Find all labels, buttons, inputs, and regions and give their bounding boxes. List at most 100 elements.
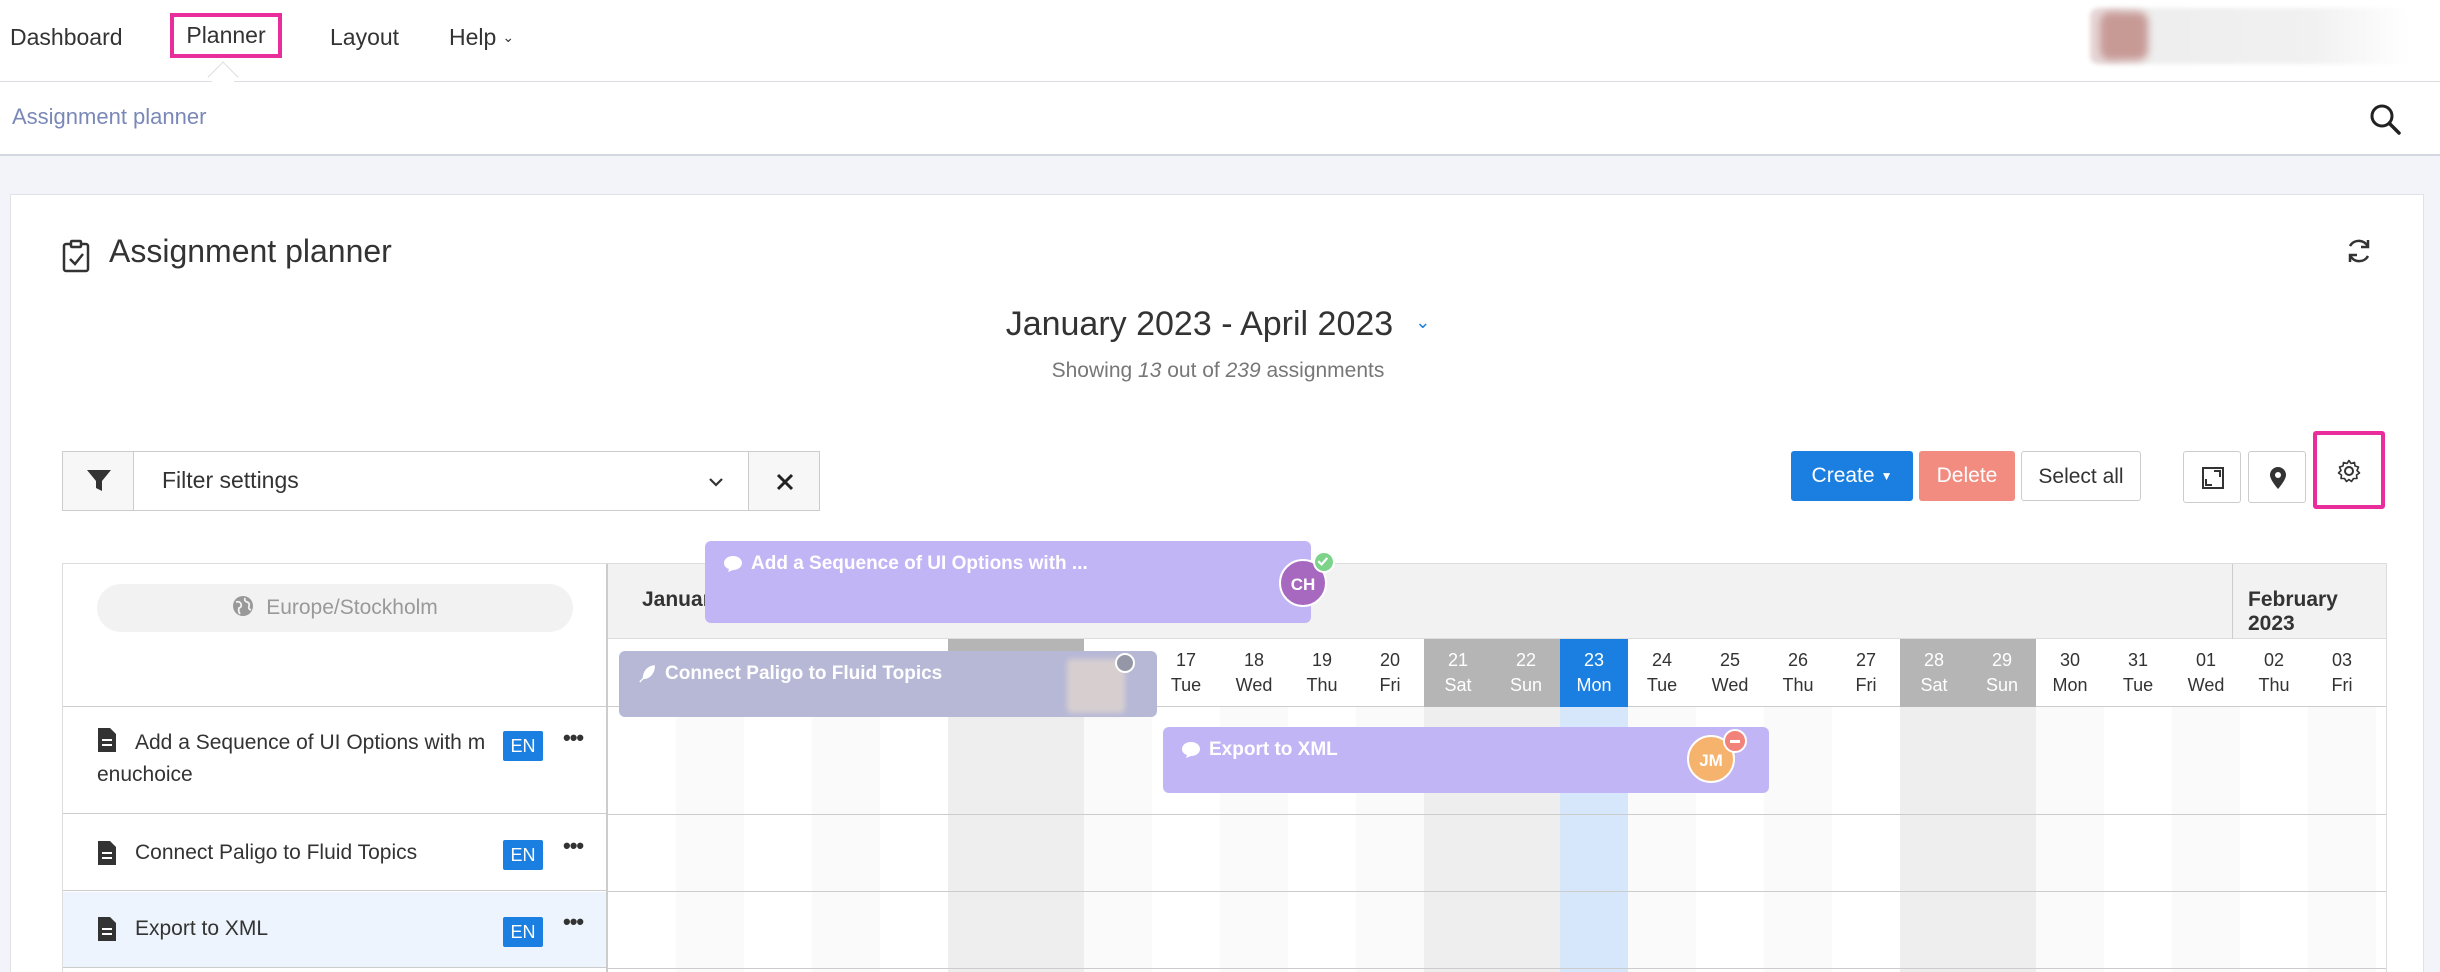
day-of-week: Sat (1444, 675, 1472, 695)
day-column (948, 707, 1016, 972)
day-number: 26 (1787, 650, 1809, 670)
shown-count: 13 (1138, 359, 1162, 382)
day-header-cell: 29 Sun (1968, 639, 2036, 707)
delete-button[interactable]: Delete (1919, 451, 2015, 501)
assignment-title[interactable]: Export to XML (135, 913, 555, 945)
globe-icon (233, 596, 254, 617)
assignment-title[interactable]: Connect Paligo to Fluid Topics (135, 837, 555, 869)
row-divider (608, 968, 2386, 969)
settings-button[interactable] (2313, 431, 2385, 509)
gantt-column-divider (606, 564, 608, 972)
day-header-cell: 28 Sat (1900, 639, 1968, 707)
assignment-bar[interactable]: Add a Sequence of UI Options with ... CH (705, 541, 1335, 623)
nav-layout[interactable]: Layout (330, 22, 399, 52)
day-column (1968, 707, 2036, 972)
chevron-down-icon[interactable]: ⌄ (1415, 312, 1430, 333)
clipboard-check-icon (62, 239, 90, 273)
assignment-bar[interactable]: Export to XML JM (1163, 727, 1769, 793)
day-column (676, 707, 744, 972)
day-number: 29 (1991, 650, 2013, 670)
gear-icon (2337, 459, 2361, 483)
day-column (812, 707, 880, 972)
day-header-cell: 31 Tue (2104, 639, 2172, 707)
feather-icon (639, 665, 655, 683)
day-header-cell: 30 Mon (2036, 639, 2104, 707)
day-number: 24 (1651, 650, 1673, 670)
day-of-week: Fri (1855, 675, 1877, 695)
day-header-cell: 26 Thu (1764, 639, 1832, 707)
day-column (1832, 707, 1900, 972)
total-count: 239 (1225, 359, 1261, 382)
page-title: Assignment planner (109, 233, 392, 269)
day-header-cell: 20 Fri (1356, 639, 1424, 707)
chevron-down-icon: ⌄ (502, 29, 515, 45)
document-icon (98, 917, 116, 941)
nav-planner[interactable]: Planner (170, 13, 282, 58)
assignment-bar-label: Connect Paligo to Fluid Topics (665, 663, 943, 684)
more-options-button[interactable]: ••• (563, 833, 584, 859)
count-mid: out of (1161, 359, 1226, 382)
filter-settings-select[interactable]: Filter settings (133, 451, 749, 511)
day-number: 28 (1923, 650, 1945, 670)
close-icon (776, 473, 794, 491)
document-icon (98, 841, 116, 865)
nav-help[interactable]: Help ⌄ (449, 22, 514, 55)
day-header-cell: 02 Thu (2240, 639, 2308, 707)
day-header-cell: 22 Sun (1492, 639, 1560, 707)
assignment-bar[interactable]: Connect Paligo to Fluid Topics (619, 651, 1157, 717)
clear-filter-button[interactable] (748, 451, 820, 511)
assignment-row[interactable]: Add a Sequence of UI Options with m enuc… (63, 707, 606, 814)
filter-icon (87, 470, 111, 491)
map-pin-icon (2270, 467, 2286, 489)
count-prefix: Showing (1051, 359, 1139, 382)
assignment-title[interactable]: Add a Sequence of UI Options with m enuc… (97, 727, 497, 791)
date-range-label: January 2023 - April 2023 (1005, 305, 1394, 343)
month-label-february: February 2023 (2248, 588, 2338, 635)
day-header-cell: 23 Mon (1560, 639, 1628, 707)
day-number: 18 (1243, 650, 1265, 670)
month-divider (2232, 564, 2233, 639)
day-number: 23 (1583, 650, 1605, 670)
breadcrumb-bar: Assignment planner (0, 82, 2440, 156)
comment-icon (724, 556, 742, 572)
row-divider (608, 891, 2386, 892)
more-options-button[interactable]: ••• (563, 909, 584, 935)
refresh-icon[interactable] (2345, 237, 2373, 265)
language-badge: EN (503, 840, 543, 870)
top-navigation: Dashboard Planner Layout Help ⌄ (0, 0, 2440, 82)
day-column (608, 707, 676, 972)
create-button[interactable]: Create ▼ (1791, 451, 1913, 501)
assignment-row[interactable]: Connect Paligo to Fluid Topics EN ••• (63, 815, 606, 891)
timezone-selector[interactable]: Europe/Stockholm (97, 584, 573, 632)
day-number: 30 (2059, 650, 2081, 670)
day-column (1900, 707, 1968, 972)
day-of-week: Mon (2052, 675, 2088, 695)
chevron-down-icon: ▼ (1880, 469, 1893, 483)
day-of-week: Wed (1711, 675, 1749, 695)
nav-help-label: Help (449, 24, 497, 50)
day-of-week: Tue (1170, 675, 1202, 695)
more-options-button[interactable]: ••• (563, 725, 584, 751)
day-number: 03 (2331, 650, 2353, 670)
day-of-week: Thu (1782, 675, 1814, 695)
day-of-week: Fri (2331, 675, 2353, 695)
gantt-left-header: Europe/Stockholm (63, 564, 606, 707)
unknown-status-icon (1115, 653, 1135, 673)
assignment-row[interactable]: Export to XML EN ••• (63, 892, 606, 968)
day-number: 02 (2263, 650, 2285, 670)
filter-button[interactable] (62, 451, 134, 511)
day-header-cell: 03 Fri (2308, 639, 2376, 707)
day-of-week: Thu (1306, 675, 1338, 695)
select-all-button[interactable]: Select all (2021, 451, 2141, 501)
day-header-cell: 25 Wed (1696, 639, 1764, 707)
nav-dashboard[interactable]: Dashboard (10, 22, 123, 52)
expand-button[interactable] (2183, 451, 2241, 503)
map-pin-button[interactable] (2248, 451, 2306, 503)
timezone-label: Europe/Stockholm (266, 596, 438, 619)
breadcrumb[interactable]: Assignment planner (12, 104, 206, 130)
day-number: 25 (1719, 650, 1741, 670)
check-icon (1313, 551, 1335, 573)
search-icon[interactable] (2368, 102, 2402, 136)
date-range-selector[interactable]: January 2023 - April 2023 ⌄ (11, 305, 2425, 344)
day-column (2240, 707, 2308, 972)
